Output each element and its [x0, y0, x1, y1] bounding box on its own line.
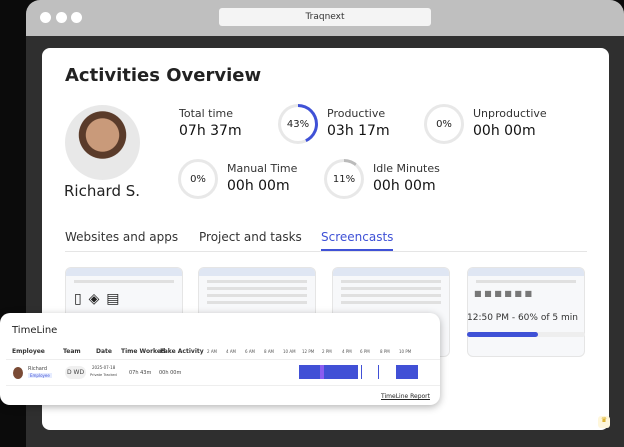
hour-label: 8 AM	[264, 349, 275, 354]
screencast-caption: 12:50 PM - 60% of 5 min	[467, 313, 578, 323]
page-title: Activities Overview	[65, 65, 262, 86]
col-date: Date	[96, 348, 112, 355]
ring-percent: 43%	[286, 118, 310, 130]
manual-ring: 0%	[178, 159, 218, 199]
hour-label: 2 PM	[322, 349, 332, 354]
hour-label: 4 PM	[342, 349, 352, 354]
avatar	[65, 105, 140, 180]
activity-block[interactable]	[396, 365, 418, 379]
tab-project-tasks[interactable]: Project and tasks	[199, 230, 302, 244]
user-name: Richard S.	[64, 182, 141, 200]
team-badge: D WD	[65, 366, 87, 379]
screencast-progress	[467, 332, 585, 337]
stat-value: 00h 00m	[473, 123, 536, 139]
col-time-worked: Time Worked	[121, 348, 166, 355]
ring-percent: 11%	[332, 173, 356, 185]
window-dot[interactable]	[56, 12, 67, 23]
tab-bar: Websites and apps Project and tasks Scre…	[65, 228, 587, 252]
stat-unproductive: Unproductive 00h 00m	[473, 107, 547, 139]
stat-value: 00h 00m	[227, 178, 290, 194]
stat-label: Productive	[327, 107, 386, 120]
activity-block[interactable]	[361, 365, 362, 379]
title-bar: Traqnext	[26, 0, 624, 36]
stat-value: 00h 00m	[373, 178, 436, 194]
ring-percent: 0%	[190, 173, 206, 185]
stat-label: Idle Minutes	[373, 162, 440, 175]
tab-websites-apps[interactable]: Websites and apps	[65, 230, 178, 244]
timeline-title: TimeLine	[12, 325, 58, 336]
hour-label: 8 PM	[380, 349, 390, 354]
employee-avatar	[13, 367, 23, 379]
date-value: 2025-07-18	[92, 365, 116, 370]
idle-ring: 11%	[324, 159, 364, 199]
hour-label: 2 AM	[207, 349, 218, 354]
col-employee: Employee	[12, 348, 45, 355]
hour-label: 4 AM	[226, 349, 237, 354]
stat-value: 03h 17m	[327, 123, 390, 139]
col-fake-activity: Fake Activity	[160, 348, 204, 355]
activity-block[interactable]	[320, 365, 324, 379]
window-dot[interactable]	[40, 12, 51, 23]
stat-idle: Idle Minutes 00h 00m	[373, 162, 440, 194]
fake-activity-value: 00h 00m	[159, 370, 182, 376]
activity-block[interactable]	[378, 365, 379, 379]
stat-value: 07h 37m	[179, 123, 242, 139]
tab-screencasts[interactable]: Screencasts	[321, 230, 394, 251]
ring-percent: 0%	[436, 118, 452, 130]
date-sub: Private Tracked	[90, 373, 117, 377]
screencast-thumbnail[interactable]: ■ ■ ■ ■ ■ ■	[467, 267, 585, 357]
hour-label: 10 PM	[399, 349, 412, 354]
stat-productive: Productive 03h 17m	[327, 107, 390, 139]
hour-label: 6 PM	[360, 349, 370, 354]
hour-label: 10 AM	[283, 349, 296, 354]
stat-label: Total time	[179, 107, 234, 120]
timeline-report-link[interactable]: TimeLine Report	[381, 393, 430, 400]
hour-label: 6 AM	[245, 349, 256, 354]
crown-icon: ♛	[598, 416, 610, 428]
productive-ring: 43%	[278, 104, 318, 144]
address-bar[interactable]: Traqnext	[219, 8, 431, 26]
time-worked-value: 07h 43m	[129, 370, 152, 376]
stat-manual: Manual Time 00h 00m	[227, 162, 297, 194]
table-row[interactable]: Richard Employee D WD 2025-07-18 Private…	[6, 359, 440, 386]
employee-name: Richard	[28, 366, 47, 372]
hour-label: 12 PM	[302, 349, 315, 354]
window-dot[interactable]	[71, 12, 82, 23]
activity-block[interactable]	[299, 365, 358, 379]
unproductive-ring: 0%	[424, 104, 464, 144]
stat-label: Manual Time	[227, 162, 298, 175]
role-badge: Employee	[28, 373, 52, 378]
stat-label: Unproductive	[473, 107, 547, 120]
col-team: Team	[63, 348, 81, 355]
stat-total-time: Total time 07h 37m	[179, 107, 242, 139]
timeline-card: TimeLine Employee Team Date Time Worked …	[0, 313, 440, 405]
